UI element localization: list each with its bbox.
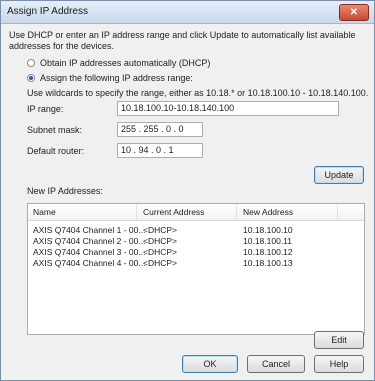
cell-name: AXIS Q7404 Channel 3 - 00...	[33, 247, 146, 257]
close-button[interactable]: ✕	[339, 4, 369, 21]
new-ip-addresses-list[interactable]: Name Current Address New Address AXIS Q7…	[27, 203, 365, 335]
table-row[interactable]: AXIS Q7404 Channel 4 - 00... <DHCP> 10.1…	[28, 258, 364, 268]
help-button[interactable]: Help	[314, 355, 364, 373]
cancel-button[interactable]: Cancel	[247, 355, 305, 373]
dialog-title: Assign IP Address	[7, 6, 88, 17]
list-header: Name Current Address New Address	[28, 204, 364, 221]
subnet-mask-label: Subnet mask:	[27, 125, 83, 135]
column-divider[interactable]	[136, 204, 137, 220]
close-icon: ✕	[349, 7, 359, 18]
intro-text-line-2: addresses for the devices.	[9, 41, 115, 51]
cell-name: AXIS Q7404 Channel 2 - 00...	[33, 236, 146, 246]
ok-button[interactable]: OK	[182, 355, 238, 373]
default-router-label: Default router:	[27, 146, 85, 156]
cell-current-address: <DHCP>	[143, 247, 178, 257]
column-header-name[interactable]: Name	[33, 207, 56, 217]
table-row[interactable]: AXIS Q7404 Channel 2 - 00... <DHCP> 10.1…	[28, 236, 364, 246]
default-router-input[interactable]: 10 . 94 . 0 . 1	[117, 143, 203, 158]
dhcp-radio-label[interactable]: Obtain IP addresses automatically (DHCP)	[40, 58, 210, 68]
column-header-new-address[interactable]: New Address	[243, 207, 293, 217]
column-divider[interactable]	[337, 204, 338, 220]
edit-button[interactable]: Edit	[314, 331, 364, 349]
table-row[interactable]: AXIS Q7404 Channel 1 - 00... <DHCP> 10.1…	[28, 225, 364, 235]
cell-current-address: <DHCP>	[143, 258, 178, 268]
cell-current-address: <DHCP>	[143, 236, 178, 246]
cell-name: AXIS Q7404 Channel 1 - 00...	[33, 225, 146, 235]
subnet-mask-input[interactable]: 255 . 255 . 0 . 0	[117, 122, 203, 137]
ip-range-input[interactable]: 10.18.100.10-10.18.140.100	[117, 101, 339, 116]
title-bar: Assign IP Address ✕	[1, 1, 374, 24]
ip-range-label: IP range:	[27, 104, 64, 114]
table-row[interactable]: AXIS Q7404 Channel 3 - 00... <DHCP> 10.1…	[28, 247, 364, 257]
manual-range-radio-label[interactable]: Assign the following IP address range:	[40, 73, 193, 83]
column-divider[interactable]	[236, 204, 237, 220]
cell-current-address: <DHCP>	[143, 225, 178, 235]
cell-new-address: 10.18.100.10	[243, 225, 293, 235]
cell-name: AXIS Q7404 Channel 4 - 00...	[33, 258, 146, 268]
cell-new-address: 10.18.100.11	[243, 236, 292, 246]
new-ip-addresses-label: New IP Addresses:	[27, 186, 103, 196]
assign-ip-dialog: Assign IP Address ✕ Use DHCP or enter an…	[0, 0, 375, 381]
dhcp-radio[interactable]	[27, 59, 35, 67]
update-button[interactable]: Update	[314, 166, 364, 184]
column-header-current-address[interactable]: Current Address	[143, 207, 204, 217]
cell-new-address: 10.18.100.12	[243, 247, 293, 257]
manual-range-radio[interactable]	[27, 74, 35, 82]
wildcard-hint: Use wildcards to specify the range, eith…	[27, 88, 369, 98]
cell-new-address: 10.18.100.13	[243, 258, 293, 268]
intro-text-line-1: Use DHCP or enter an IP address range an…	[9, 30, 356, 40]
